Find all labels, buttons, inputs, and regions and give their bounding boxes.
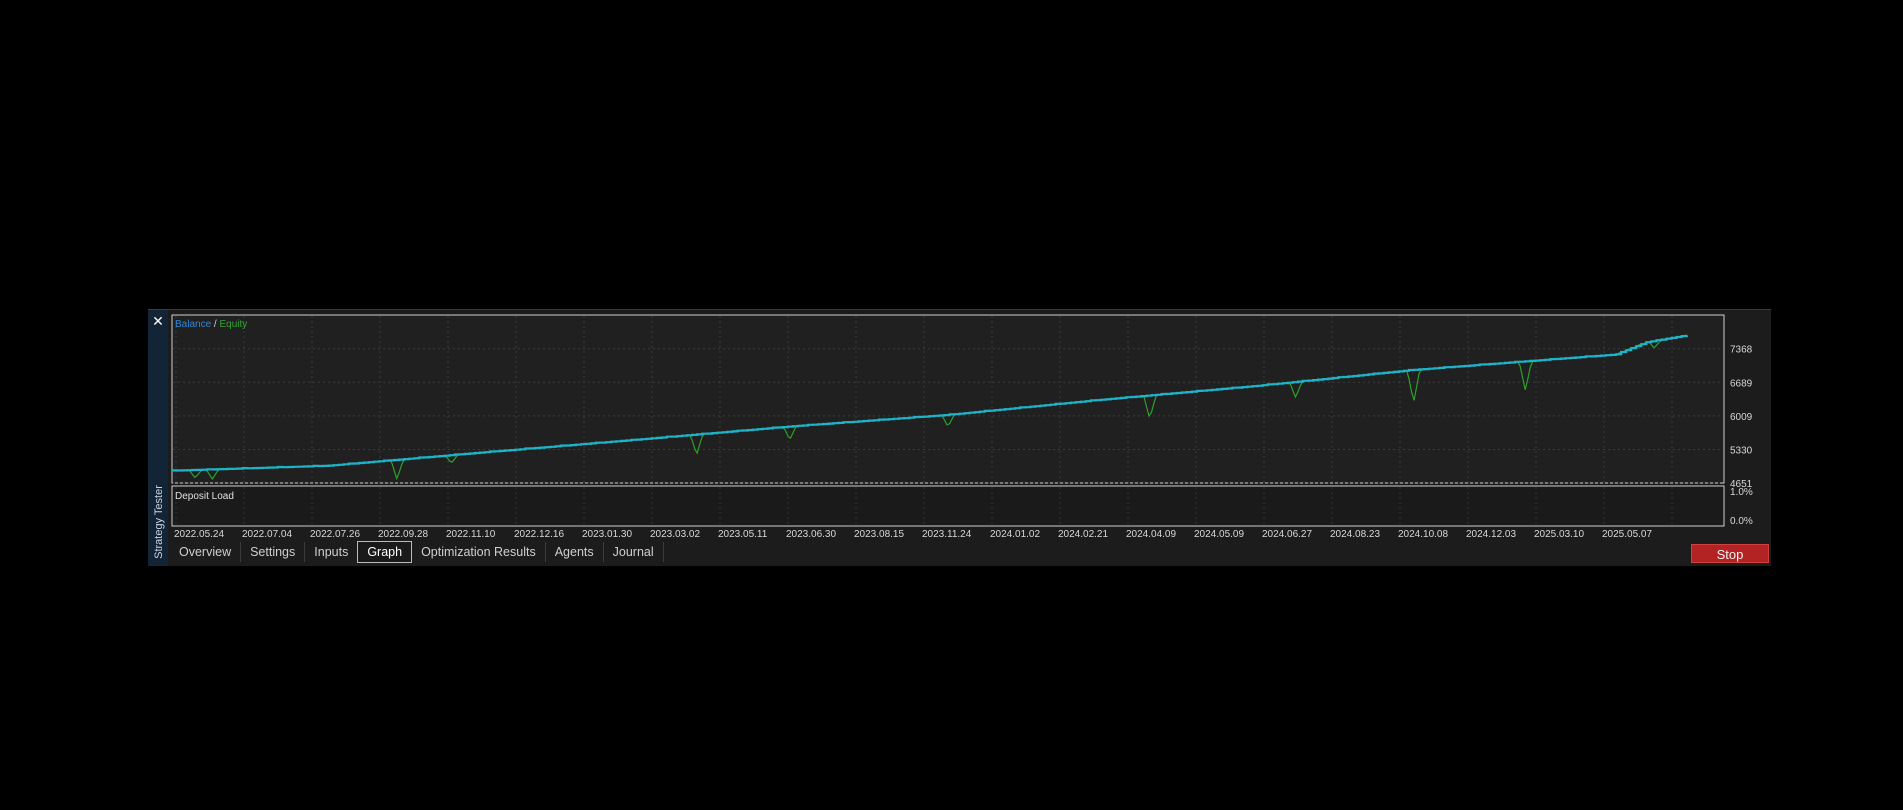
x-tick-label: 2023.11.24 <box>922 529 972 540</box>
deposit-load-frame <box>171 485 1725 527</box>
legend-equity: Equity <box>219 319 247 330</box>
tab-graph[interactable]: Graph <box>357 541 413 563</box>
y-tick-label: 6689 <box>1730 378 1753 389</box>
x-tick-label: 2024.12.03 <box>1466 529 1516 540</box>
x-tick-label: 2022.07.26 <box>310 529 360 540</box>
balance-equity-graph: 736866896009533046511.0%0.0%Deposit Load… <box>171 314 1753 540</box>
x-tick-label: 2025.03.10 <box>1534 529 1584 540</box>
deposit-load-tick: 0.0% <box>1730 516 1753 527</box>
y-tick-label: 5330 <box>1730 445 1753 456</box>
tab-optimization-results[interactable]: Optimization Results <box>412 542 546 562</box>
x-tick-label: 2024.04.09 <box>1126 529 1176 540</box>
legend-separator: / <box>211 319 219 330</box>
x-tick-label: 2022.05.24 <box>174 529 224 540</box>
tab-journal[interactable]: Journal <box>604 542 664 562</box>
x-tick-label: 2025.05.07 <box>1602 529 1652 540</box>
x-tick-label: 2022.12.16 <box>514 529 564 540</box>
x-tick-label: 2023.08.15 <box>854 529 904 540</box>
main-plot-frame <box>171 314 1725 484</box>
x-tick-label: 2024.08.23 <box>1330 529 1380 540</box>
x-tick-label: 2023.01.30 <box>582 529 632 540</box>
x-tick-label: 2024.06.27 <box>1262 529 1312 540</box>
tab-inputs[interactable]: Inputs <box>305 542 357 562</box>
x-tick-label: 2022.07.04 <box>242 529 292 540</box>
x-tick-label: 2022.09.28 <box>378 529 428 540</box>
x-tick-label: 2023.05.11 <box>718 529 768 540</box>
x-tick-label: 2024.10.08 <box>1398 529 1448 540</box>
strategy-tester-panel: ✕ Strategy Tester 7368 6689 6009 5330 4651 1.… <box>148 309 1771 566</box>
legend-balance: Balance <box>175 319 212 330</box>
y-tick-label: 7368 <box>1730 345 1753 356</box>
x-tick-label: 2024.02.21 <box>1058 529 1108 540</box>
y-tick-label: 6009 <box>1730 412 1753 423</box>
x-tick-label: 2023.03.02 <box>650 529 700 540</box>
deposit-load-label: Deposit Load <box>175 491 234 502</box>
stop-button[interactable]: Stop <box>1691 544 1769 563</box>
tab-overview[interactable]: Overview <box>170 542 242 562</box>
x-tick-label: 2024.05.09 <box>1194 529 1244 540</box>
x-tick-label: 2023.06.30 <box>786 529 836 540</box>
deposit-load-tick: 1.0% <box>1730 487 1753 498</box>
tab-agents[interactable]: Agents <box>546 542 604 562</box>
x-tick-label: 2024.01.02 <box>990 529 1040 540</box>
x-tick-label: 2022.11.10 <box>446 529 496 540</box>
chart-legend: Balance / Equity <box>175 319 247 330</box>
tab-settings[interactable]: Settings <box>241 542 306 562</box>
tester-tabs: Overview Settings Inputs Graph Optimization … <box>170 541 664 563</box>
